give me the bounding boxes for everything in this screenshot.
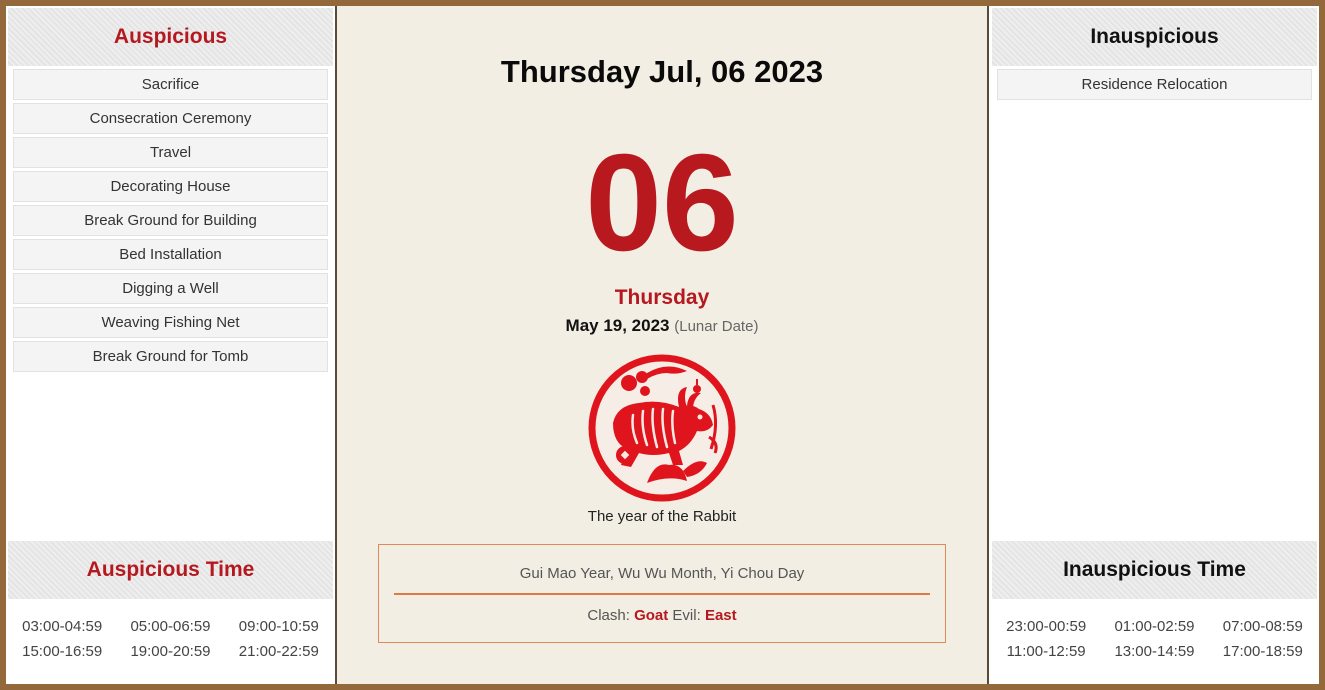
auspicious-time-slot: 19:00-20:59 <box>130 643 211 660</box>
auspicious-item: Weaving Fishing Net <box>13 307 328 338</box>
auspicious-time-slot: 15:00-16:59 <box>22 643 103 660</box>
auspicious-time-slot: 21:00-22:59 <box>238 643 319 660</box>
clash-label: Clash: <box>587 607 630 624</box>
zodiac-caption: The year of the Rabbit <box>587 508 737 525</box>
auspicious-item: Bed Installation <box>13 239 328 270</box>
auspicious-item: Break Ground for Building <box>13 205 328 236</box>
auspicious-item: Travel <box>13 137 328 168</box>
inauspicious-column: Inauspicious Residence Relocation Inausp… <box>990 6 1319 684</box>
full-date-title: Thursday Jul, 06 2023 <box>500 54 824 89</box>
auspicious-column: Auspicious Sacrifice Consecration Ceremo… <box>6 6 335 684</box>
inauspicious-time-slot: 23:00-00:59 <box>1006 618 1087 635</box>
clash-evil-line: Clash: Goat Evil: East <box>379 607 945 624</box>
rabbit-papercut-icon <box>588 354 736 502</box>
auspicious-item: Decorating House <box>13 171 328 202</box>
auspicious-heading: Auspicious <box>8 8 333 66</box>
auspicious-time-slot: 03:00-04:59 <box>22 618 103 635</box>
auspicious-item: Consecration Ceremony <box>13 103 328 134</box>
auspicious-item: Sacrifice <box>13 69 328 100</box>
inauspicious-item: Residence Relocation <box>997 69 1312 100</box>
inauspicious-time-slot: 07:00-08:59 <box>1222 618 1303 635</box>
auspicious-time-heading: Auspicious Time <box>8 541 333 599</box>
inauspicious-time-slot: 13:00-14:59 <box>1114 643 1195 660</box>
inauspicious-time-slot: 01:00-02:59 <box>1114 618 1195 635</box>
divider <box>394 593 930 595</box>
day-number: 06 <box>585 126 739 280</box>
inauspicious-heading: Inauspicious <box>992 8 1317 66</box>
auspicious-time-slot: 05:00-06:59 <box>130 618 211 635</box>
auspicious-item: Digging a Well <box>13 273 328 304</box>
evil-value: East <box>704 607 737 624</box>
almanac-frame: Auspicious Sacrifice Consecration Ceremo… <box>6 6 1319 684</box>
lunar-date: May 19, 2023 <box>565 316 670 335</box>
inauspicious-list: Residence Relocation <box>997 69 1312 103</box>
evil-label: Evil: <box>672 607 701 624</box>
lunar-date-label: (Lunar Date) <box>674 318 759 335</box>
inauspicious-time-slot: 11:00-12:59 <box>1006 643 1086 660</box>
auspicious-time-grid: 03:00-04:59 05:00-06:59 09:00-10:59 15:0… <box>8 618 333 660</box>
inauspicious-time-slot: 17:00-18:59 <box>1222 643 1303 660</box>
date-column: Thursday Jul, 06 2023 06 Thursday May 19… <box>335 6 989 684</box>
auspicious-list: Sacrifice Consecration Ceremony Travel D… <box>13 69 328 375</box>
inauspicious-time-grid: 23:00-00:59 01:00-02:59 07:00-08:59 11:0… <box>992 618 1317 660</box>
clash-value: Goat <box>634 607 669 624</box>
auspicious-item: Break Ground for Tomb <box>13 341 328 372</box>
lunar-date-line: May 19, 2023 (Lunar Date) <box>337 316 987 336</box>
auspicious-time-slot: 09:00-10:59 <box>238 618 319 635</box>
inauspicious-time-heading: Inauspicious Time <box>992 541 1317 599</box>
ganzhi-text: Gui Mao Year, Wu Wu Month, Yi Chou Day <box>519 565 805 582</box>
ganzhi-info-box: Gui Mao Year, Wu Wu Month, Yi Chou Day C… <box>378 544 946 643</box>
weekday-label: Thursday <box>614 286 710 309</box>
